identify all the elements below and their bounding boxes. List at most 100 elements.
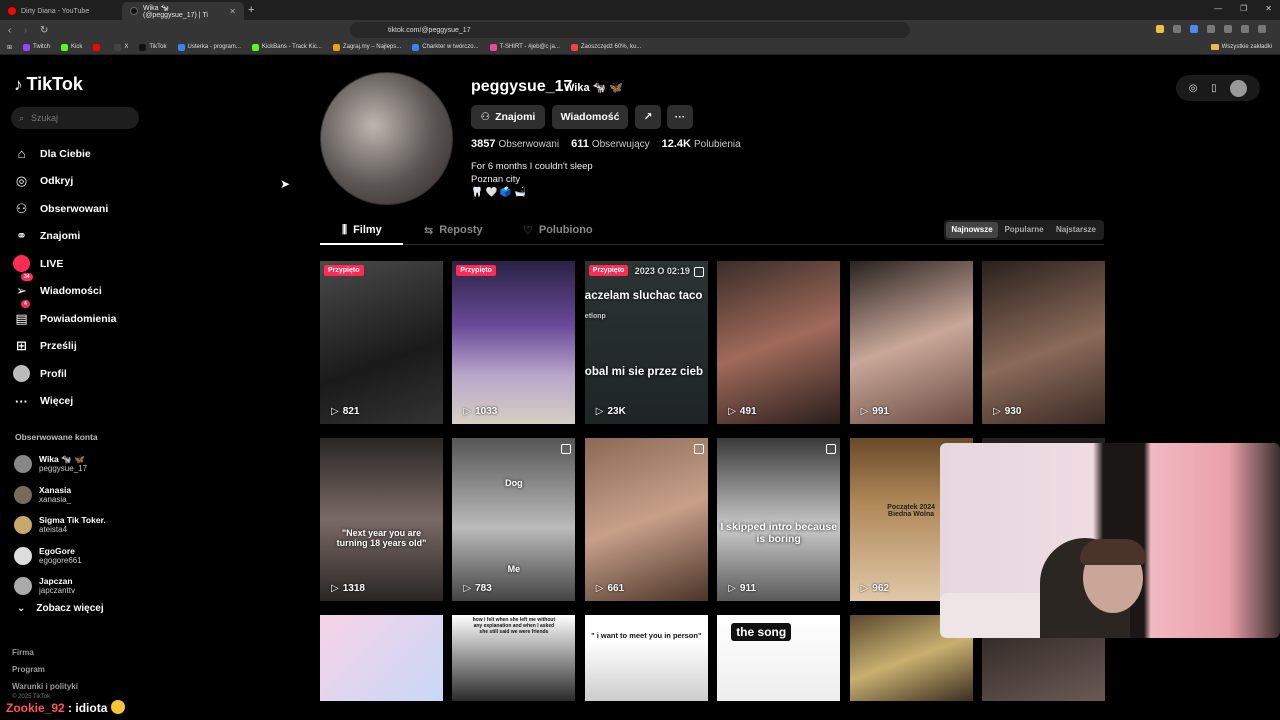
close-tab-icon[interactable]: ✕ (229, 7, 236, 16)
photo-carousel-icon (561, 444, 572, 454)
footer-link-terms[interactable]: Warunki i polityki (12, 678, 78, 695)
tab-videos[interactable]: ⫼ Filmy (342, 224, 382, 237)
sidebar-item-upload[interactable]: ⊞ Prześlij (13, 333, 163, 361)
play-icon: ▷ (331, 406, 339, 417)
extension-icon[interactable] (1241, 25, 1249, 33)
profile-stat[interactable]: 3857 Obserwowani (471, 138, 559, 150)
more-options-button[interactable]: ··· (667, 105, 693, 129)
footer-link-program[interactable]: Program (12, 661, 78, 678)
bookmark-label: KickBans - Track Kic... (261, 44, 322, 50)
see-more-button[interactable]: ⌄ Zobacz więcej (17, 603, 104, 614)
avatar (14, 577, 32, 596)
extension-icon[interactable] (1173, 25, 1181, 33)
youtube-icon (8, 7, 16, 15)
bookmark-item[interactable]: X (114, 43, 128, 51)
video-card[interactable]: ▷ 930 (982, 261, 1105, 424)
sort-popular[interactable]: Popularne (998, 222, 1050, 238)
profile-stat[interactable]: 611 Obserwujący (571, 138, 650, 150)
sidebar-item-notifications[interactable]: ▤ 4 Powiadomienia (13, 300, 163, 333)
back-icon[interactable]: ‹ (8, 25, 16, 36)
video-card[interactable]: ▷ 661 (584, 438, 708, 601)
profile-avatar[interactable] (320, 72, 453, 205)
user-avatar[interactable] (1230, 79, 1248, 97)
extension-icon[interactable] (1207, 25, 1215, 33)
view-count: ▷ 1033 (463, 406, 497, 417)
video-card[interactable]: Przypięto 2023 O 02:19 aczelam sluchac tac… (584, 261, 708, 424)
video-card[interactable]: the song (717, 615, 841, 701)
browser-tab-youtube[interactable]: Dirty Diana - YouTube (0, 2, 122, 20)
restore-icon[interactable]: ❐ (1240, 4, 1247, 13)
friends-icon: ⚭ (16, 228, 27, 244)
video-card[interactable]: Dog Me ▷ 783 (452, 438, 576, 601)
sidebar-item-profile[interactable]: Profil (13, 360, 163, 388)
sidebar-item-live[interactable]: LIVE (13, 250, 163, 278)
close-window-icon[interactable]: ✕ (1265, 4, 1272, 13)
following-account[interactable]: Sigma Tik Toker. ateista4 (14, 510, 106, 541)
sidebar-item-following[interactable]: ⚇ Obserwowani (13, 195, 163, 223)
bookmark-item[interactable]: Zagraj.my – Najleps... (332, 43, 401, 51)
friends-button[interactable]: ⚇ Znajomi (471, 105, 545, 129)
extension-icon[interactable] (1156, 25, 1164, 33)
bio-line: Poznan city (471, 174, 521, 185)
video-card[interactable]: Przypięto ▷ 821 (320, 261, 443, 424)
video-card[interactable]: ▷ 991 (849, 261, 973, 424)
video-card[interactable]: Przypięto ▷ 1033 (452, 261, 576, 424)
share-button[interactable]: ↗ (635, 105, 661, 129)
view-count: ▷ 23K (596, 406, 626, 417)
video-card[interactable]: ▷ 491 (717, 261, 841, 424)
following-account[interactable]: Xanasia xanasia_ (14, 480, 106, 511)
profile-icon (13, 365, 30, 383)
menu-icon[interactable] (1258, 25, 1266, 33)
profile-stat[interactable]: 12.4K Polubienia (662, 138, 741, 150)
chat-username: Zookie_92 (6, 701, 65, 715)
bookmark-item[interactable]: TikTok (139, 43, 167, 51)
footer-link-company[interactable]: Firma (12, 644, 78, 661)
sidebar-item-more[interactable]: ··· Więcej (13, 388, 163, 416)
sidebar-item-compass[interactable]: ◎ Odkryj (13, 168, 163, 196)
new-tab-button[interactable]: + (248, 4, 254, 16)
compass-icon[interactable]: ◎ (1189, 83, 1198, 94)
sort-newest[interactable]: Najnowsze (946, 222, 998, 238)
bookmark-item[interactable] (93, 43, 103, 51)
extension-icon[interactable] (1190, 25, 1198, 33)
video-card[interactable] (320, 615, 443, 701)
tab-liked[interactable]: ♡ Polubiono (523, 224, 593, 237)
bookmark-item[interactable]: Kick (61, 43, 82, 51)
minimize-icon[interactable]: — (1214, 4, 1222, 13)
all-bookmarks[interactable]: Wszystkie zakładki (1210, 44, 1272, 50)
following-account[interactable]: Japczan japczanttv (14, 571, 106, 602)
tab-reposts[interactable]: ⇆ Reposty (424, 224, 483, 237)
bookmark-item[interactable]: Charkter w twórczo... (412, 43, 479, 51)
extension-icon[interactable] (1224, 25, 1232, 33)
forward-icon[interactable]: › (24, 25, 32, 36)
apps-icon[interactable]: ⊞ (7, 44, 12, 51)
sidebar-item-home[interactable]: ⌂ Dla Ciebie (13, 140, 163, 168)
sidebar-footer: Firma Program Warunki i polityki (12, 644, 78, 695)
reload-icon[interactable]: ↻ (40, 25, 48, 36)
following-account[interactable]: Wika 🐄 🦋 peggysue_17 (14, 449, 106, 480)
sidebar-item-friends[interactable]: ⚭ Znajomi (13, 223, 163, 251)
following-account[interactable]: EgoGore egogore661 (14, 541, 106, 572)
bookmark-item[interactable]: T-SHIRT - #jeb@c ja... (489, 43, 560, 51)
sort-oldest[interactable]: Najstarsze (1050, 222, 1102, 238)
browser-tab-tiktok[interactable]: Wika 🐄 (@peggysue_17) | Ti ✕ (122, 2, 244, 20)
search-input[interactable]: ⌕ Szukaj (11, 107, 139, 129)
bookmark-item[interactable]: Twitch (23, 43, 50, 51)
view-count: ▷ 991 (861, 406, 889, 417)
tiktok-logo[interactable]: ♪ TikTok (14, 74, 83, 95)
stat-value: 12.4K (661, 138, 691, 150)
bookmark-item[interactable]: KickBans - Track Kic... (251, 43, 322, 51)
bookmark-item[interactable]: Usterka - program... (177, 43, 241, 51)
message-button[interactable]: Wiadomość (552, 105, 628, 129)
phone-icon[interactable]: ▯ (1211, 83, 1217, 94)
view-count-value: 821 (342, 406, 360, 417)
video-card[interactable]: I skipped intro because is boring ▷ 911 (717, 438, 841, 601)
sidebar-item-messages[interactable]: ➢ 34 Wiadomości (13, 272, 163, 306)
pinned-badge: Przypięto (324, 265, 364, 276)
video-card[interactable]: "Next year you are turning 18 years old"… (320, 438, 443, 601)
chevron-down-icon: ⌄ (17, 603, 26, 614)
bookmark-item[interactable]: Zaoszczędź 60%, ku... (570, 43, 641, 51)
video-card[interactable]: how i felt when she left me without any … (452, 615, 576, 701)
address-bar[interactable]: tiktok.com/@peggysue_17 (350, 22, 910, 38)
video-card[interactable]: " i want to meet you in person" (584, 615, 708, 701)
